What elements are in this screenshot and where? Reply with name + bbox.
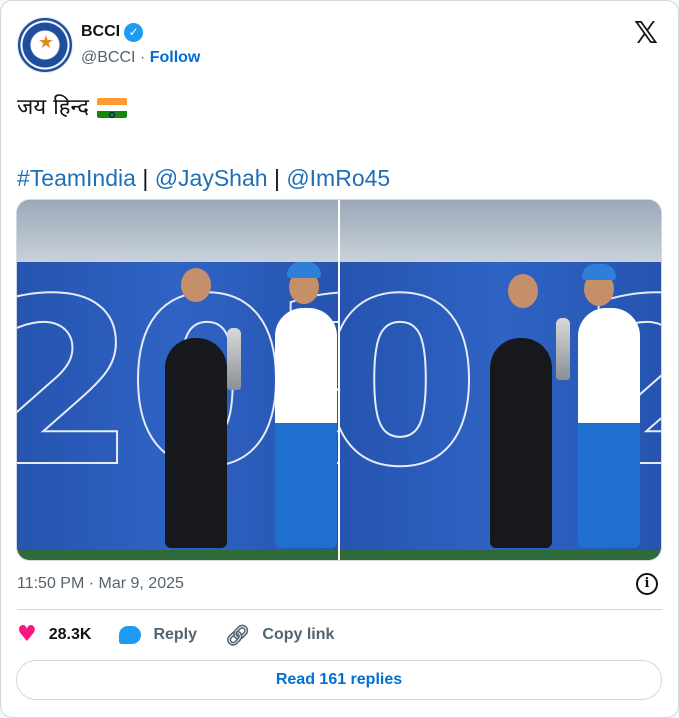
copy-link-label: Copy link bbox=[262, 626, 335, 643]
media-grid: 2 0 2 0 2 bbox=[16, 199, 662, 561]
reply-label: Reply bbox=[153, 626, 198, 643]
tweet-photo-2[interactable]: 0 2 bbox=[340, 200, 661, 560]
mention-link[interactable]: @JayShah bbox=[155, 165, 268, 191]
like-button[interactable]: ♥ 28.3K bbox=[17, 624, 91, 646]
divider bbox=[17, 609, 662, 610]
display-name-text[interactable]: BCCI bbox=[81, 22, 120, 42]
author-names: BCCI ✓ @BCCI · Follow bbox=[81, 22, 200, 68]
author-handle[interactable]: @BCCI bbox=[81, 49, 135, 66]
tweet-text: जय हिन्द #TeamIndia | @JayShah | @ImRo45 bbox=[17, 93, 662, 193]
tweet-timestamp[interactable]: 11:50 PM · Mar 9, 2025 bbox=[17, 574, 184, 594]
x-logo-icon[interactable]: 𝕏 bbox=[634, 19, 658, 49]
info-icon[interactable]: i bbox=[636, 573, 658, 595]
verified-badge-icon: ✓ bbox=[124, 22, 144, 42]
hindi-text: जय हिन्द bbox=[17, 95, 89, 120]
mention-link[interactable]: @ImRo45 bbox=[286, 165, 390, 191]
separator: | bbox=[142, 165, 149, 191]
handle-separator: · bbox=[139, 49, 146, 66]
like-count: 28.3K bbox=[48, 626, 92, 643]
logo-star-icon: ★ bbox=[37, 32, 55, 53]
tweet-line-2: #TeamIndia | @JayShah | @ImRo45 bbox=[17, 163, 662, 193]
avatar[interactable]: ★ bbox=[17, 17, 73, 73]
tweet-header: ★ BCCI ✓ @BCCI · Follow 𝕏 bbox=[17, 17, 662, 77]
hashtag-link[interactable]: #TeamIndia bbox=[17, 165, 136, 191]
reply-button[interactable]: Reply bbox=[119, 626, 197, 644]
india-flag-icon bbox=[96, 98, 127, 118]
follow-button[interactable]: Follow bbox=[150, 49, 201, 66]
handle-row: @BCCI · Follow bbox=[81, 48, 200, 68]
copy-link-button[interactable]: 🔗︎ Copy link bbox=[225, 625, 334, 645]
author-display-name[interactable]: BCCI ✓ bbox=[81, 22, 144, 42]
action-bar: ♥ 28.3K Reply 🔗︎ Copy link bbox=[17, 621, 362, 649]
tweet-photo-1[interactable]: 2 0 2 bbox=[17, 200, 338, 560]
separator: | bbox=[273, 165, 280, 191]
link-icon: 🔗︎ bbox=[225, 623, 251, 647]
tweet-card: ★ BCCI ✓ @BCCI · Follow 𝕏 जय हिन्द #Team… bbox=[0, 0, 679, 718]
read-replies-button[interactable]: Read 161 replies bbox=[16, 660, 662, 700]
heart-icon: ♥ bbox=[17, 622, 37, 647]
reply-bubble-icon bbox=[119, 626, 142, 644]
tweet-line-1: जय हिन्द bbox=[17, 93, 662, 123]
